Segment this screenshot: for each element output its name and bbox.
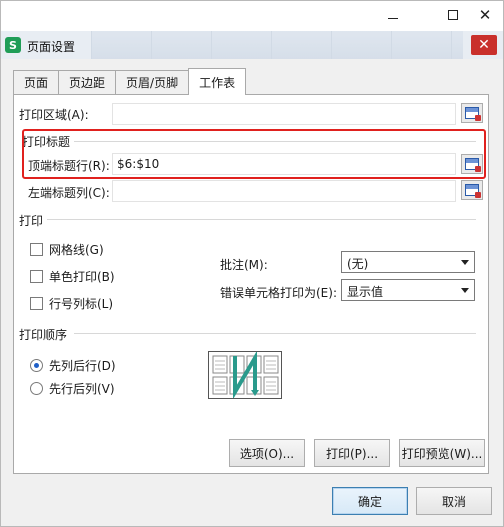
print-group-title: 打印 <box>19 212 48 229</box>
over-then-down-label: 先行后列(V) <box>49 382 115 396</box>
chevron-down-icon <box>461 288 469 293</box>
print-order-group-title: 打印顺序 <box>19 326 72 343</box>
checkbox-box[interactable] <box>30 297 43 310</box>
options-button[interactable]: 选项(O)... <box>229 439 305 467</box>
divider <box>44 219 476 220</box>
ok-button[interactable]: 确定 <box>332 487 408 515</box>
errors-label: 错误单元格打印为(E): <box>220 286 337 300</box>
range-select-icon <box>465 184 481 198</box>
host-titlebar: ✕ <box>1 1 503 31</box>
errors-value: 显示值 <box>347 285 384 299</box>
title-cols-label: 左端标题列(C): <box>28 186 110 200</box>
comments-select[interactable]: (无) <box>341 251 475 273</box>
minimize-icon[interactable] <box>375 1 411 29</box>
radio-dot[interactable] <box>30 382 43 395</box>
dialog-title: 页面设置 <box>27 40 76 54</box>
print-button[interactable]: 打印(P)... <box>314 439 390 467</box>
print-area-label: 打印区域(A): <box>19 108 89 122</box>
print-order-preview-icon <box>208 350 282 400</box>
checkbox-box[interactable] <box>30 270 43 283</box>
down-then-over-radio[interactable]: 先列后行(D) <box>30 357 116 374</box>
dialog-close-icon[interactable]: ✕ <box>471 35 497 55</box>
dialog-titlebar: S 页面设置 ✕ <box>1 31 503 59</box>
over-then-down-radio[interactable]: 先行后列(V) <box>30 380 115 397</box>
sheet-panel: 打印区域(A): 打印标题 顶端标题行(R): $6:$10 左端标题列(C):… <box>13 94 489 474</box>
gridlines-checkbox[interactable]: 网格线(G) <box>30 241 104 258</box>
maximize-icon[interactable] <box>435 1 471 29</box>
highlight-box <box>22 129 486 179</box>
cancel-button[interactable]: 取消 <box>416 487 492 515</box>
title-cols-input[interactable] <box>112 180 456 202</box>
print-preview-button[interactable]: 打印预览(W)... <box>399 439 485 467</box>
chevron-down-icon <box>461 260 469 265</box>
page-setup-window: ✕ S 页面设置 ✕ 页面 页边距 页眉/页脚 工作表 打印区域(A): 打印标… <box>0 0 504 527</box>
mono-label: 单色打印(B) <box>49 270 115 284</box>
tab-strip: 页面 页边距 页眉/页脚 工作表 <box>13 68 247 95</box>
comments-label: 批注(M): <box>220 258 268 272</box>
title-cols-ref-button[interactable] <box>461 180 483 200</box>
comments-value: (无) <box>347 257 369 271</box>
tab-margins[interactable]: 页边距 <box>58 70 117 94</box>
tab-sheet[interactable]: 工作表 <box>188 68 247 95</box>
mono-checkbox[interactable]: 单色打印(B) <box>30 268 115 285</box>
close-window-icon[interactable]: ✕ <box>467 1 503 29</box>
headings-label: 行号列标(L) <box>49 297 114 311</box>
headings-checkbox[interactable]: 行号列标(L) <box>30 295 113 312</box>
divider <box>74 333 476 334</box>
errors-select[interactable]: 显示值 <box>341 279 475 301</box>
print-area-input[interactable] <box>112 103 456 125</box>
tab-page[interactable]: 页面 <box>13 70 60 94</box>
app-logo-icon: S <box>5 37 21 53</box>
print-area-ref-button[interactable] <box>461 103 483 123</box>
down-then-over-label: 先列后行(D) <box>49 359 116 373</box>
gridlines-label: 网格线(G) <box>49 243 104 257</box>
range-select-icon <box>465 107 481 121</box>
titlebar-background <box>91 31 463 59</box>
checkbox-box[interactable] <box>30 243 43 256</box>
tab-header-footer[interactable]: 页眉/页脚 <box>115 70 190 94</box>
radio-dot[interactable] <box>30 359 43 372</box>
